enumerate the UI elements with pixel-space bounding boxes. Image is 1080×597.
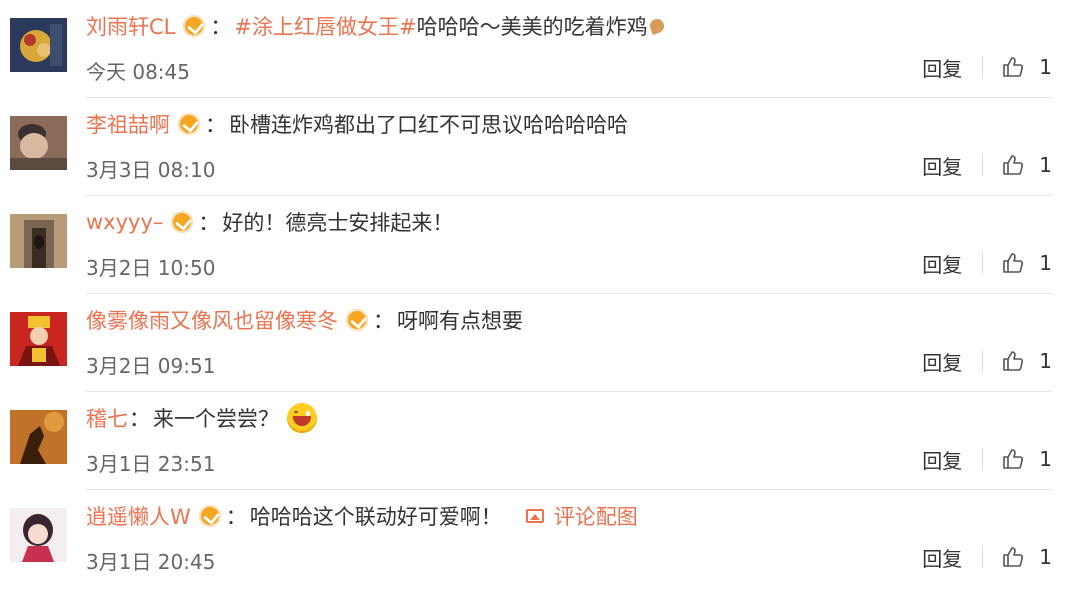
username[interactable]: 稽七 (86, 403, 128, 433)
username[interactable]: wxyyy– (86, 210, 163, 234)
divider (982, 252, 984, 274)
comment-item: wxyyy– ： 好的！德亮士安排起来！ 3月2日 10:50 回复 1 (0, 196, 1080, 294)
reply-button[interactable]: 回复 (922, 445, 962, 474)
thumbs-up-icon[interactable] (1001, 349, 1025, 373)
like-count: 1 (1039, 251, 1052, 275)
username[interactable]: 像雾像雨又像风也留像寒冬 (86, 305, 338, 335)
divider (982, 448, 984, 470)
comment-actions: 回复 1 (922, 543, 1052, 572)
comment-actions: 回复 1 (922, 347, 1052, 376)
colon: ： (198, 211, 220, 235)
reply-button[interactable]: 回复 (922, 151, 962, 180)
comment-picture-link[interactable]: 评论配图 (525, 501, 638, 531)
avatar[interactable] (10, 214, 67, 268)
comment-actions: 回复 1 (922, 151, 1052, 180)
divider (982, 154, 984, 176)
comment-item: 稽七 ： 来一个尝尝？ 3月1日 23:51 回复 1 (0, 392, 1080, 490)
comment-text: 来一个尝尝？ (153, 407, 279, 431)
like-count: 1 (1039, 55, 1052, 79)
comment-time: 今天 08:45 (86, 60, 190, 84)
colon: ： (225, 505, 247, 529)
like-count: 1 (1039, 447, 1052, 471)
comment-actions: 回复 1 (922, 53, 1052, 82)
comment-time: 3月2日 09:51 (86, 354, 216, 378)
avatar[interactable] (10, 410, 67, 464)
comment-time: 3月2日 10:50 (86, 256, 216, 280)
reply-button[interactable]: 回复 (922, 543, 962, 572)
colon: ： (373, 309, 394, 333)
thumbs-up-icon[interactable] (1001, 447, 1025, 471)
comment-picture-label: 评论配图 (553, 505, 638, 529)
laughing-emoji-icon (287, 403, 317, 433)
avatar[interactable] (10, 18, 67, 72)
thumbs-up-icon[interactable] (1001, 153, 1025, 177)
divider (982, 546, 984, 568)
v-badge-icon (171, 211, 194, 233)
comment-time: 3月1日 20:45 (86, 550, 216, 574)
username[interactable]: 李祖喆啊 (86, 109, 170, 139)
comment-time: 3月1日 23:51 (86, 452, 216, 476)
reply-button[interactable]: 回复 (922, 347, 962, 376)
v-badge-icon (346, 309, 368, 331)
comment-text: 好的！德亮士安排起来！ (222, 211, 454, 235)
colon: ： (129, 407, 150, 431)
reply-button[interactable]: 回复 (922, 53, 962, 82)
like-count: 1 (1039, 349, 1052, 373)
colon: ： (210, 15, 232, 39)
comment-actions: 回复 1 (922, 249, 1052, 278)
divider (982, 56, 984, 78)
comment-text: 哈哈哈这个联动好可爱啊！ (249, 505, 502, 529)
username[interactable]: 逍遥懒人W (86, 501, 191, 531)
divider (982, 350, 984, 372)
v-badge-icon (198, 505, 221, 527)
like-count: 1 (1039, 545, 1052, 569)
colon: ： (205, 113, 226, 137)
comment-text: 哈哈哈～美美的吃着炸鸡 (416, 15, 648, 39)
comment-item: 李祖喆啊 ： 卧槽连炸鸡都出了口红不可思议哈哈哈哈哈 3月3日 08:10 回复… (0, 98, 1080, 196)
comment-text: 呀啊有点想要 (397, 309, 523, 333)
comment-item: 刘雨轩CL ： #涂上红唇做女王# 哈哈哈～美美的吃着炸鸡 今天 08:45 回… (0, 0, 1080, 98)
drumstick-icon (647, 17, 666, 35)
v-badge-icon (183, 15, 206, 37)
v-badge-icon (178, 113, 200, 135)
thumbs-up-icon[interactable] (1001, 251, 1025, 275)
avatar[interactable] (10, 116, 67, 170)
comment-item: 逍遥懒人W ： 哈哈哈这个联动好可爱啊！ 评论配图 3月1日 20:45 回复 … (0, 490, 1080, 588)
avatar[interactable] (10, 508, 67, 562)
like-count: 1 (1039, 153, 1052, 177)
comment-list: 刘雨轩CL ： #涂上红唇做女王# 哈哈哈～美美的吃着炸鸡 今天 08:45 回… (0, 0, 1080, 597)
topic-link[interactable]: #涂上红唇做女王# (234, 11, 416, 41)
picture-icon (525, 509, 544, 523)
thumbs-up-icon[interactable] (1001, 545, 1025, 569)
comment-time: 3月3日 08:10 (86, 158, 216, 182)
avatar[interactable] (10, 312, 67, 366)
comment-item: 像雾像雨又像风也留像寒冬 ： 呀啊有点想要 3月2日 09:51 回复 1 (0, 294, 1080, 392)
reply-button[interactable]: 回复 (922, 249, 962, 278)
username[interactable]: 刘雨轩CL (86, 11, 175, 41)
thumbs-up-icon[interactable] (1001, 55, 1025, 79)
comment-text: 卧槽连炸鸡都出了口红不可思议哈哈哈哈哈 (229, 113, 628, 137)
comment-actions: 回复 1 (922, 445, 1052, 474)
